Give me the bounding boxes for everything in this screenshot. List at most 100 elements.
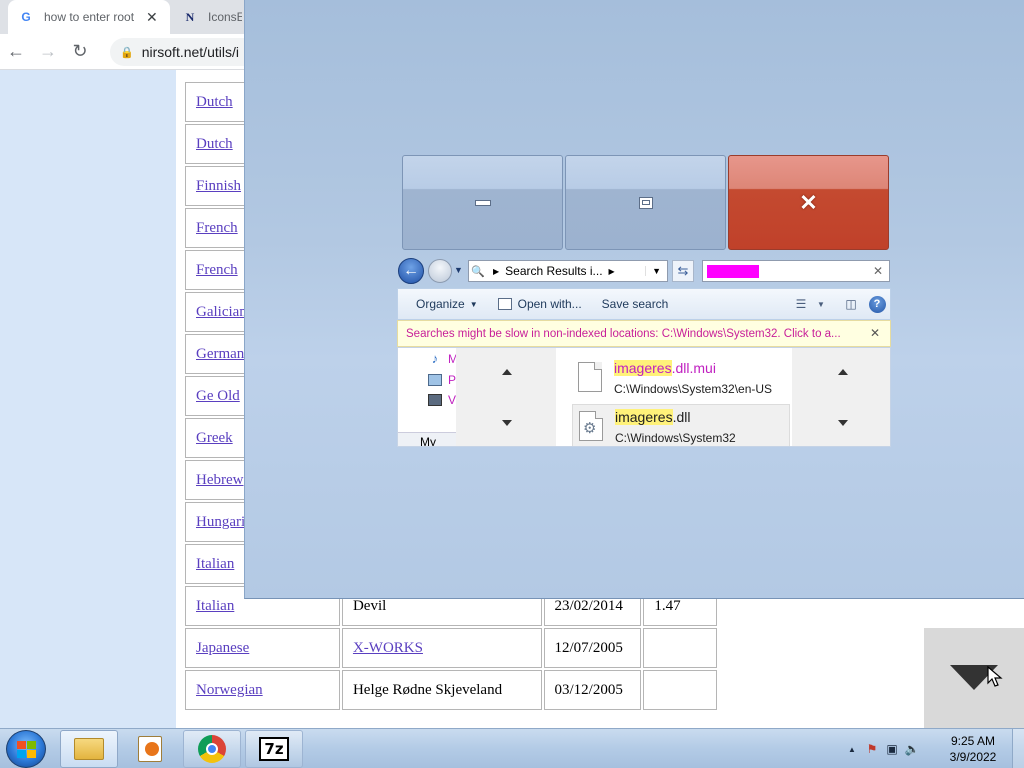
recent-pages-chevron-down-icon[interactable]: ▼ <box>454 265 463 275</box>
language-link[interactable]: Greek <box>196 430 233 446</box>
help-icon: ? <box>868 295 886 313</box>
dll-file-icon: ⚙ <box>579 411 603 441</box>
scroll-up-arrow-icon[interactable] <box>838 369 848 375</box>
scroll-down-arrow-icon[interactable] <box>502 420 512 426</box>
language-link[interactable]: Italian <box>196 598 234 614</box>
language-link[interactable]: Ge Old <box>196 388 240 404</box>
chrome-icon <box>198 735 226 763</box>
help-button[interactable]: ? <box>864 293 890 315</box>
language-link[interactable]: Finnish <box>196 178 241 194</box>
show-desktop-button[interactable] <box>1012 729 1024 768</box>
maximize-button[interactable] <box>565 155 726 250</box>
table-row: Japanese X-WORKS 12/07/2005 <box>185 628 717 668</box>
result-file-path: C:\Windows\System32\en-US <box>614 382 773 396</box>
breadcrumb-arrow-icon[interactable]: ▶ <box>609 267 615 276</box>
result-file-name: imageres.dll.mui <box>614 360 716 376</box>
language-cell: Norwegian <box>185 670 340 710</box>
search-query-highlight <box>707 265 759 278</box>
info-bar-close-icon[interactable]: ✕ <box>870 326 880 340</box>
address-dropdown-icon[interactable]: ▼ <box>645 266 667 276</box>
language-link[interactable]: Japanese <box>196 640 249 656</box>
refresh-icon[interactable]: ⇆ <box>672 260 694 282</box>
nirsoft-favicon-icon: N <box>185 9 195 24</box>
address-text: Search Results i... <box>505 264 603 278</box>
explorer-search-input[interactable]: ✕ <box>702 260 890 282</box>
clear-search-icon[interactable]: ✕ <box>873 264 883 278</box>
language-link[interactable]: Hebrew <box>196 472 243 488</box>
file-icon <box>578 362 602 392</box>
nav-item-music[interactable]: ♪ M <box>428 352 458 366</box>
language-link[interactable]: Dutch <box>196 94 233 110</box>
music-icon: ♪ <box>431 351 439 366</box>
pictures-icon <box>428 374 442 386</box>
lock-icon: 🔒 <box>120 46 134 59</box>
minimize-button[interactable] <box>402 155 563 250</box>
table-row: Norwegian Helge Rødne Skjeveland 03/12/200… <box>185 670 717 710</box>
result-file-path: C:\Windows\System32 <box>615 431 736 445</box>
open-with-button[interactable]: Open with... <box>488 289 592 319</box>
view-options-icon[interactable]: ☰ <box>788 293 814 315</box>
network-icon[interactable]: ▣ <box>882 742 902 756</box>
google-favicon-icon: G <box>21 10 31 24</box>
url-text: nirsoft.net/utils/i <box>141 44 239 60</box>
nav-item-videos[interactable]: V <box>428 393 456 407</box>
result-file-name: imageres.dll <box>615 409 691 425</box>
breadcrumb-arrow-icon[interactable]: ▶ <box>493 267 499 276</box>
organize-label: Organize <box>416 297 465 311</box>
gear-icon: ⚙ <box>583 420 597 437</box>
language-link[interactable]: Norwegian <box>196 682 263 698</box>
nav-item-label: P <box>448 373 457 387</box>
search-results-list: imageres.dll.mui C:\Windows\System32\en-… <box>556 348 792 446</box>
clock[interactable]: 9:25 AM 3/9/2022 <box>936 733 1010 765</box>
language-link[interactable]: Dutch <box>196 136 233 152</box>
7zip-icon: 7z <box>259 737 289 761</box>
back-arrow-icon[interactable]: ← <box>0 36 32 68</box>
tab-close-icon[interactable]: ✕ <box>146 9 158 26</box>
action-center-flag-icon[interactable]: ⚑ <box>862 742 882 756</box>
taskbar-7zip[interactable]: 7z <box>245 730 303 768</box>
start-button[interactable] <box>6 730 46 768</box>
language-link[interactable]: Galician <box>196 304 247 320</box>
page-left-margin <box>0 70 176 728</box>
result-item[interactable]: imageres.dll.mui C:\Windows\System32\en-… <box>572 356 790 400</box>
volume-icon[interactable]: 🔈 <box>902 742 922 756</box>
search-info-bar[interactable]: Searches might be slow in non-indexed lo… <box>397 320 891 347</box>
nav-item-computer[interactable]: My <box>398 432 456 446</box>
preview-pane-icon[interactable]: ◫ <box>838 293 864 315</box>
version-cell <box>643 628 717 668</box>
author-link[interactable]: X-WORKS <box>353 640 423 656</box>
language-link[interactable]: Italian <box>196 556 234 572</box>
nav-pane-scrollbar[interactable] <box>456 348 556 446</box>
taskbar-windows-explorer[interactable] <box>60 730 118 768</box>
tab-title: IconsExtract <box>208 10 242 24</box>
explorer-address-bar[interactable]: 🔍 ▶ Search Results i... ▶ ▼ <box>468 260 668 282</box>
tab-iconsextract[interactable]: N IconsExtract <box>172 0 252 34</box>
info-bar-text: Searches might be slow in non-indexed lo… <box>406 327 841 340</box>
minimize-icon <box>474 199 491 206</box>
nav-item-pictures[interactable]: P <box>428 373 456 387</box>
name-match-highlight: imageres <box>615 409 673 425</box>
name-match-highlight: imageres <box>614 360 672 376</box>
reload-icon[interactable]: ↻ <box>64 36 96 68</box>
result-item-selected[interactable]: ⚙ imageres.dll C:\Windows\System32 <box>572 404 790 446</box>
author-cell: X-WORKS <box>341 628 542 668</box>
scroll-down-arrow-icon[interactable] <box>838 420 848 426</box>
results-scrollbar[interactable] <box>792 348 890 446</box>
view-chevron-down-icon[interactable]: ▼ <box>814 293 828 315</box>
forward-arrow-icon[interactable]: → <box>32 36 64 68</box>
show-hidden-icons-chevron-up-icon[interactable]: ▲ <box>842 745 862 754</box>
explorer-back-button[interactable]: ← <box>398 258 424 284</box>
windows-logo-icon <box>16 740 36 758</box>
close-button[interactable]: ✕ <box>728 155 889 250</box>
language-link[interactable]: French <box>196 262 238 278</box>
save-search-button[interactable]: Save search <box>592 289 679 319</box>
taskbar-chrome[interactable] <box>183 730 241 768</box>
tab-google-search[interactable]: G how to enter root ✕ <box>8 0 170 34</box>
taskbar-media-center[interactable] <box>121 730 179 768</box>
language-link[interactable]: French <box>196 220 238 236</box>
close-icon: ✕ <box>799 189 818 215</box>
scroll-up-arrow-icon[interactable] <box>502 369 512 375</box>
organize-button[interactable]: Organize ▼ <box>398 289 488 319</box>
explorer-forward-button[interactable] <box>428 259 452 283</box>
language-link[interactable]: German <box>196 346 244 362</box>
